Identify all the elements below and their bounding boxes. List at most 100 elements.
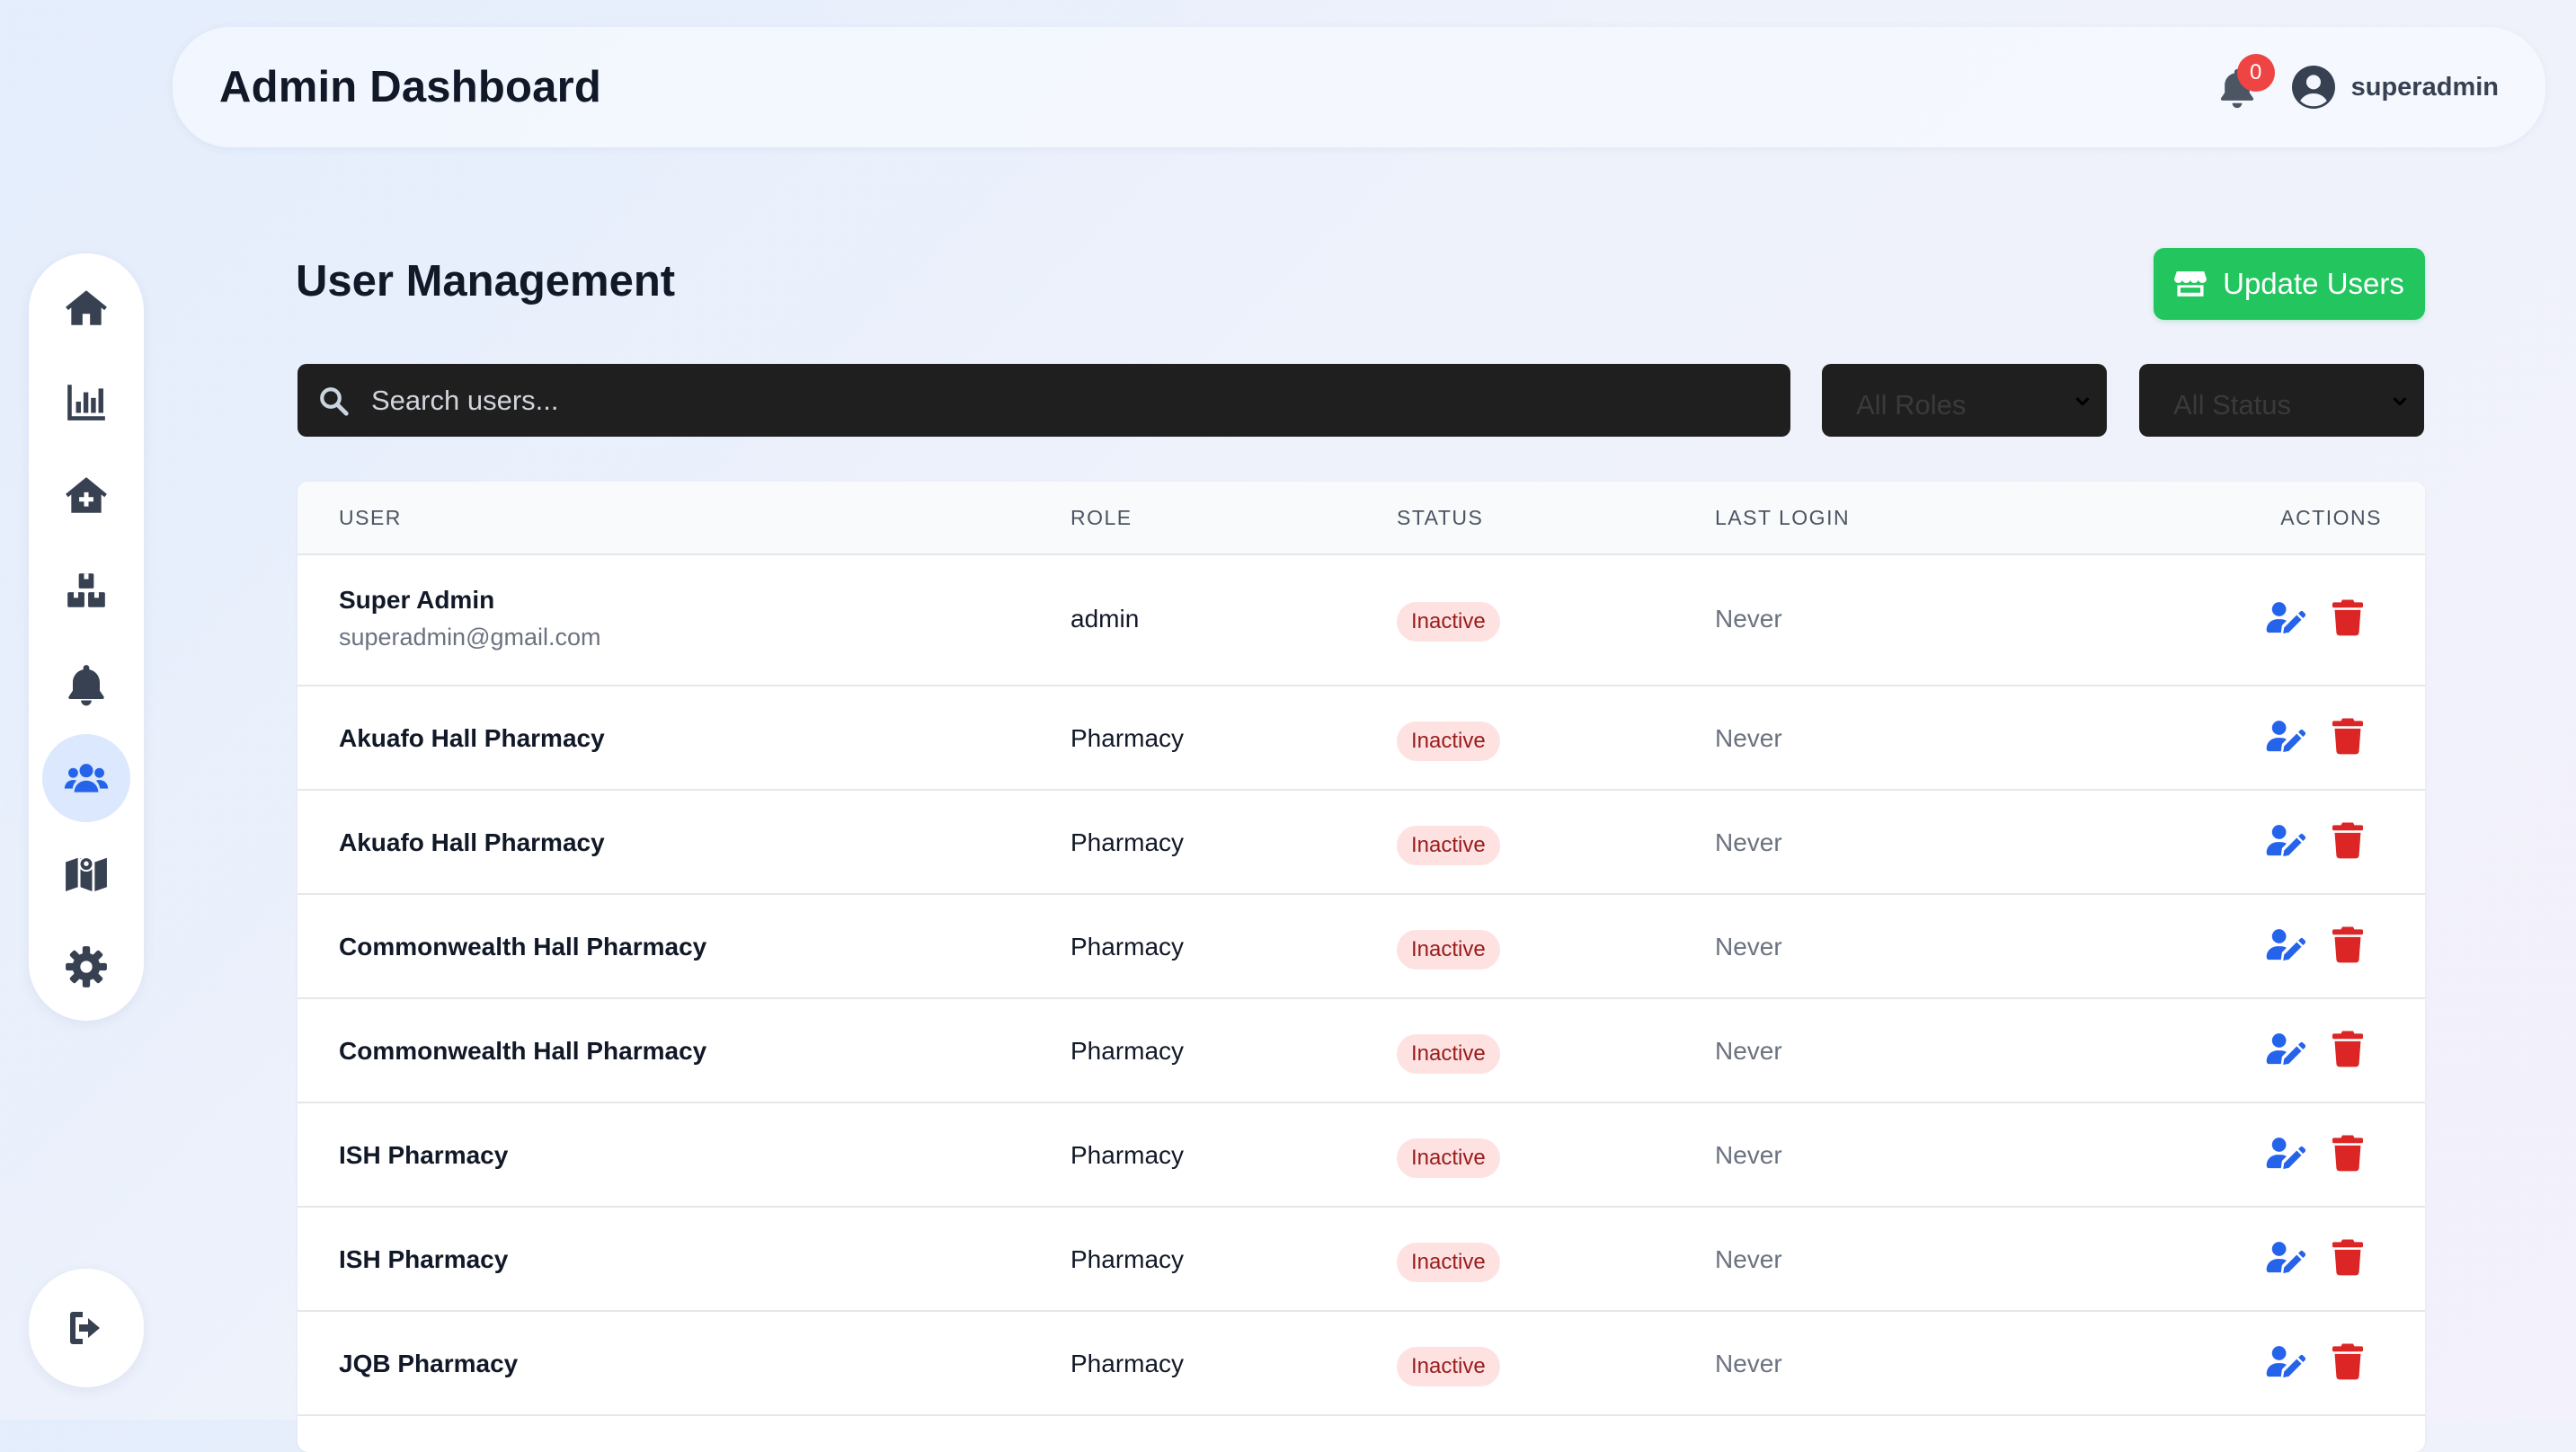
sidebar-item-home[interactable] (42, 264, 130, 352)
actions-cell (2266, 598, 2363, 636)
actions-cell (2266, 821, 2363, 859)
sidebar-item-analytics[interactable] (42, 358, 130, 446)
actions-cell (2266, 717, 2363, 755)
trash-icon[interactable] (2332, 1342, 2363, 1380)
edit-user-icon[interactable] (2266, 1137, 2305, 1169)
user-cell: ISH Pharmacy (339, 1141, 508, 1170)
status-badge: Inactive (1397, 602, 1500, 642)
sidebar-item-notifications[interactable] (42, 641, 130, 729)
user-role: Pharmacy (1070, 933, 1185, 961)
status-cell: Inactive (1397, 1243, 1500, 1282)
edit-user-icon[interactable] (2266, 1345, 2305, 1377)
update-users-button[interactable]: Update Users (2154, 248, 2425, 320)
last-login: Never (1715, 724, 1782, 752)
status-cell: Inactive (1397, 602, 1500, 642)
edit-user-icon[interactable] (2266, 1241, 2305, 1273)
table-row: ISH Pharmacy Pharmacy Inactive Never (298, 1208, 2425, 1312)
status-cell: Inactive (1397, 930, 1500, 969)
trash-icon[interactable] (2332, 1030, 2363, 1067)
trash-icon[interactable] (2332, 821, 2363, 859)
status-filter-value: All Status (2173, 388, 2291, 421)
trash-icon[interactable] (2332, 717, 2363, 755)
status-badge: Inactive (1397, 826, 1500, 865)
page-title: User Management (296, 257, 676, 305)
users-table: USER ROLE STATUS LAST LOGIN ACTIONS Supe… (298, 482, 2425, 1452)
last-login: Never (1715, 1037, 1782, 1065)
notifications-button[interactable]: 0 (2213, 54, 2275, 111)
user-cell: Commonwealth Hall Pharmacy (339, 1037, 706, 1066)
notification-count-badge: 0 (2236, 54, 2275, 92)
user-role: Pharmacy (1070, 1037, 1185, 1065)
user-cell: Akuafo Hall Pharmacy (339, 724, 605, 753)
user-name: Super Admin (339, 586, 495, 614)
edit-user-icon[interactable] (2266, 1032, 2305, 1065)
status-badge: Inactive (1397, 930, 1500, 969)
logout-button[interactable] (29, 1269, 144, 1387)
role-filter-select[interactable]: All Roles (1822, 364, 2107, 437)
table-row: Commonwealth Hall Pharmacy Pharmacy Inac… (298, 999, 2425, 1103)
sidebar-item-settings[interactable] (42, 923, 130, 1011)
table-body: Super Admin superadmin@gmail.com admin I… (298, 555, 2425, 1416)
user-role: Pharmacy (1070, 1350, 1185, 1377)
edit-user-icon[interactable] (2266, 720, 2305, 752)
user-name: JQB Pharmacy (339, 1350, 519, 1377)
column-header-actions: ACTIONS (2280, 506, 2382, 529)
table-row: ISH Pharmacy Pharmacy Inactive Never (298, 1103, 2425, 1208)
status-badge: Inactive (1397, 722, 1500, 761)
user-name: ISH Pharmacy (339, 1245, 509, 1273)
status-badge: Inactive (1397, 1138, 1500, 1178)
actions-cell (2266, 1342, 2363, 1380)
status-cell: Inactive (1397, 1138, 1500, 1178)
top-bar: Admin Dashboard 0 superadmin (173, 27, 2545, 147)
status-cell: Inactive (1397, 1347, 1500, 1386)
user-cell: Super Admin superadmin@gmail.com (339, 586, 601, 651)
chevron-down-icon (2075, 396, 2090, 406)
top-right-controls: 0 superadmin (2213, 54, 2499, 111)
user-role: Pharmacy (1070, 724, 1185, 752)
last-login: Never (1715, 933, 1782, 961)
sidebar-item-inventory[interactable] (42, 546, 130, 634)
sign-out-icon (70, 1312, 100, 1344)
user-menu[interactable]: superadmin (2291, 66, 2499, 109)
column-header-status: STATUS (1397, 506, 1484, 529)
edit-user-icon[interactable] (2266, 601, 2305, 633)
status-filter-select[interactable]: All Status (2139, 364, 2424, 437)
chevron-down-icon (2393, 396, 2407, 406)
status-badge: Inactive (1397, 1034, 1500, 1074)
username: superadmin (2350, 72, 2499, 102)
status-cell: Inactive (1397, 1034, 1500, 1074)
sidebar-item-users[interactable] (42, 734, 130, 822)
status-badge: Inactive (1397, 1347, 1500, 1386)
home-icon (66, 290, 107, 325)
trash-icon[interactable] (2332, 598, 2363, 636)
sidebar-item-pharmacies[interactable] (42, 452, 130, 540)
trash-icon[interactable] (2332, 925, 2363, 963)
sidebar-item-map[interactable] (42, 828, 130, 916)
user-email: superadmin@gmail.com (339, 624, 601, 651)
user-name: Akuafo Hall Pharmacy (339, 828, 605, 856)
search-icon (320, 386, 349, 416)
table-row: Akuafo Hall Pharmacy Pharmacy Inactive N… (298, 791, 2425, 895)
boxes-icon (67, 573, 105, 607)
table-header: USER ROLE STATUS LAST LOGIN ACTIONS (298, 482, 2425, 555)
trash-icon[interactable] (2332, 1238, 2363, 1276)
gear-icon (66, 946, 107, 987)
map-icon (66, 856, 107, 892)
search-input[interactable] (369, 383, 1739, 418)
table-row: Super Admin superadmin@gmail.com admin I… (298, 555, 2425, 686)
last-login: Never (1715, 828, 1782, 856)
actions-cell (2266, 925, 2363, 963)
edit-user-icon[interactable] (2266, 824, 2305, 856)
column-header-role: ROLE (1070, 506, 1133, 529)
last-login: Never (1715, 1245, 1782, 1273)
trash-icon[interactable] (2332, 1134, 2363, 1172)
actions-cell (2266, 1030, 2363, 1067)
sidebar (29, 253, 144, 1021)
user-cell: JQB Pharmacy (339, 1350, 518, 1378)
edit-user-icon[interactable] (2266, 928, 2305, 961)
update-users-label: Update Users (2223, 267, 2404, 300)
table-row: Akuafo Hall Pharmacy Pharmacy Inactive N… (298, 686, 2425, 791)
status-badge: Inactive (1397, 1243, 1500, 1282)
status-cell: Inactive (1397, 722, 1500, 761)
table-row: JQB Pharmacy Pharmacy Inactive Never (298, 1312, 2425, 1416)
